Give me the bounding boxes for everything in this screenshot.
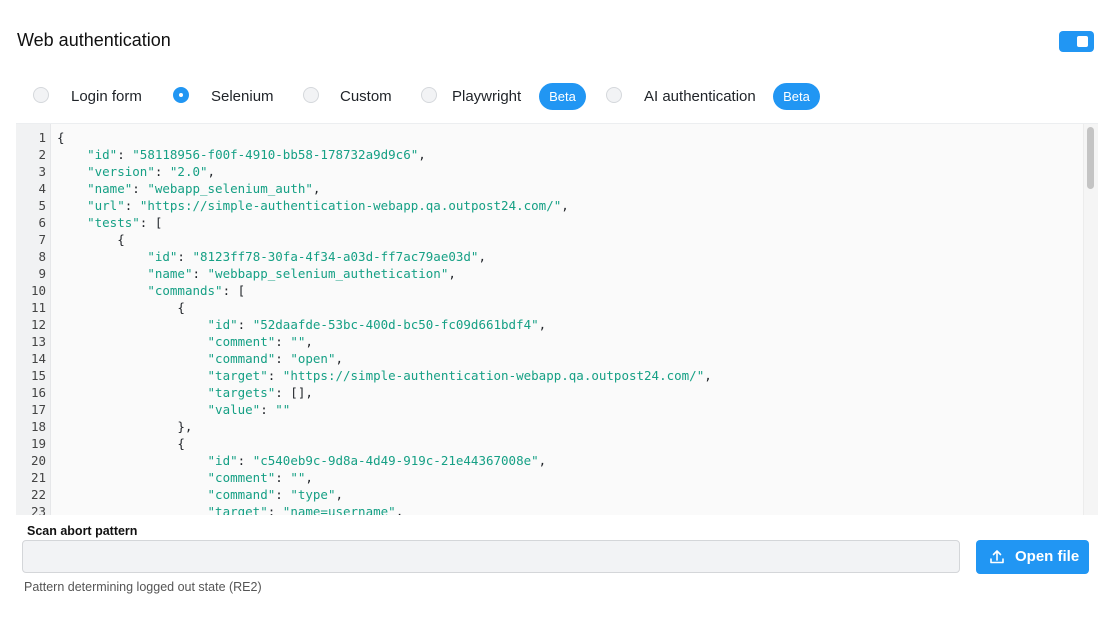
beta-badge: Beta xyxy=(539,83,586,110)
line-text: { xyxy=(57,130,65,145)
code-line: 17 "value": "" xyxy=(16,401,1084,418)
custom-label[interactable]: Custom xyxy=(340,88,392,105)
playwright-label[interactable]: Playwright xyxy=(452,88,521,105)
upload-icon xyxy=(990,550,1004,564)
code-line: 5 "url": "https://simple-authentication-… xyxy=(16,197,1084,214)
web-auth-toggle[interactable] xyxy=(1059,31,1094,52)
radio-playwright[interactable] xyxy=(421,87,437,103)
line-text: "url": "https://simple-authentication-we… xyxy=(87,198,569,213)
line-text: }, xyxy=(57,419,193,434)
code-line: 4 "name": "webapp_selenium_auth", xyxy=(16,180,1084,197)
line-number: 7 xyxy=(38,232,46,247)
code-line: 18 }, xyxy=(16,418,1084,435)
open-file-label: Open file xyxy=(1015,548,1080,565)
line-number: 11 xyxy=(30,300,46,315)
code-area[interactable]: 1{2 "id": "58118956-f00f-4910-bb58-17873… xyxy=(16,129,1084,515)
line-text: { xyxy=(57,300,185,315)
code-line: 10 "commands": [ xyxy=(16,282,1084,299)
line-number: 9 xyxy=(38,266,46,281)
radio-custom[interactable] xyxy=(303,87,319,103)
section-title: Web authentication xyxy=(17,30,171,50)
radio-selenium[interactable] xyxy=(173,87,189,103)
line-text: "id": "58118956-f00f-4910-bb58-178732a9d… xyxy=(87,147,426,162)
line-number: 17 xyxy=(30,402,46,417)
code-line: 16 "targets": [], xyxy=(16,384,1084,401)
code-line: 12 "id": "52daafde-53bc-400d-bc50-fc09d6… xyxy=(16,316,1084,333)
line-text: "tests": [ xyxy=(87,215,163,230)
line-number: 21 xyxy=(30,470,46,485)
line-text: "id": "52daafde-53bc-400d-bc50-fc09d661b… xyxy=(207,317,547,332)
code-line: 15 "target": "https://simple-authenticat… xyxy=(16,367,1084,384)
line-number: 8 xyxy=(38,249,46,264)
open-file-button[interactable]: Open file xyxy=(976,540,1089,574)
line-number: 6 xyxy=(38,215,46,230)
line-number: 3 xyxy=(38,164,46,179)
line-text: "command": "open", xyxy=(207,351,343,366)
line-number: 19 xyxy=(30,436,46,451)
line-text: "commands": [ xyxy=(147,283,246,298)
line-text: "target": "https://simple-authentication… xyxy=(207,368,712,383)
code-line: 21 "comment": "", xyxy=(16,469,1084,486)
login-form-label[interactable]: Login form xyxy=(71,88,142,105)
code-line: 14 "command": "open", xyxy=(16,350,1084,367)
line-text: "comment": "", xyxy=(207,470,313,485)
code-line: 2 "id": "58118956-f00f-4910-bb58-178732a… xyxy=(16,146,1084,163)
script-editor[interactable]: 1{2 "id": "58118956-f00f-4910-bb58-17873… xyxy=(16,123,1098,515)
toggle-knob xyxy=(1077,36,1088,47)
line-number: 15 xyxy=(30,368,46,383)
code-line: 6 "tests": [ xyxy=(16,214,1084,231)
line-number: 13 xyxy=(30,334,46,349)
code-line: 13 "comment": "", xyxy=(16,333,1084,350)
line-text: { xyxy=(57,232,125,247)
line-text: "value": "" xyxy=(207,402,291,417)
line-text: "name": "webbapp_selenium_authetication"… xyxy=(147,266,456,281)
radio-ai-authentication[interactable] xyxy=(606,87,622,103)
line-text: "id": "8123ff78-30fa-4f34-a03d-ff7ac79ae… xyxy=(147,249,486,264)
line-text: "comment": "", xyxy=(207,334,313,349)
line-number: 20 xyxy=(30,453,46,468)
code-line: 7 { xyxy=(16,231,1084,248)
scan-abort-input[interactable] xyxy=(22,540,960,573)
line-number: 1 xyxy=(38,130,46,145)
line-text: "version": "2.0", xyxy=(87,164,216,179)
code-line: 23 "target": "name=username", xyxy=(16,503,1084,515)
code-line: 9 "name": "webbapp_selenium_autheticatio… xyxy=(16,265,1084,282)
line-number: 23 xyxy=(30,504,46,515)
line-number: 2 xyxy=(38,147,46,162)
code-line: 1{ xyxy=(16,129,1084,146)
line-number: 16 xyxy=(30,385,46,400)
ai-authentication-label[interactable]: AI authentication xyxy=(644,88,756,105)
selenium-label[interactable]: Selenium xyxy=(211,88,274,105)
beta-badge: Beta xyxy=(773,83,820,110)
radio-login-form[interactable] xyxy=(33,87,49,103)
editor-scrollbar[interactable] xyxy=(1083,124,1098,515)
auth-method-group: Login form Selenium Custom Playwright Be… xyxy=(0,83,1111,111)
code-line: 22 "command": "type", xyxy=(16,486,1084,503)
code-line: 20 "id": "c540eb9c-9d8a-4d49-919c-21e443… xyxy=(16,452,1084,469)
line-number: 12 xyxy=(30,317,46,332)
line-number: 10 xyxy=(30,283,46,298)
code-line: 19 { xyxy=(16,435,1084,452)
line-text: "id": "c540eb9c-9d8a-4d49-919c-21e443670… xyxy=(207,453,547,468)
line-number: 18 xyxy=(30,419,46,434)
code-line: 11 { xyxy=(16,299,1084,316)
line-text: "target": "name=username", xyxy=(207,504,404,515)
line-text: "command": "type", xyxy=(207,487,343,502)
code-line: 8 "id": "8123ff78-30fa-4f34-a03d-ff7ac79… xyxy=(16,248,1084,265)
scan-abort-label: Scan abort pattern xyxy=(27,524,138,538)
line-number: 22 xyxy=(30,487,46,502)
line-text: { xyxy=(57,436,185,451)
line-text: "targets": [], xyxy=(207,385,313,400)
line-text: "name": "webapp_selenium_auth", xyxy=(87,181,321,196)
line-number: 14 xyxy=(30,351,46,366)
line-number: 5 xyxy=(38,198,46,213)
line-number: 4 xyxy=(38,181,46,196)
scan-abort-helper: Pattern determining logged out state (RE… xyxy=(24,580,262,594)
scrollbar-thumb[interactable] xyxy=(1087,127,1094,189)
code-line: 3 "version": "2.0", xyxy=(16,163,1084,180)
